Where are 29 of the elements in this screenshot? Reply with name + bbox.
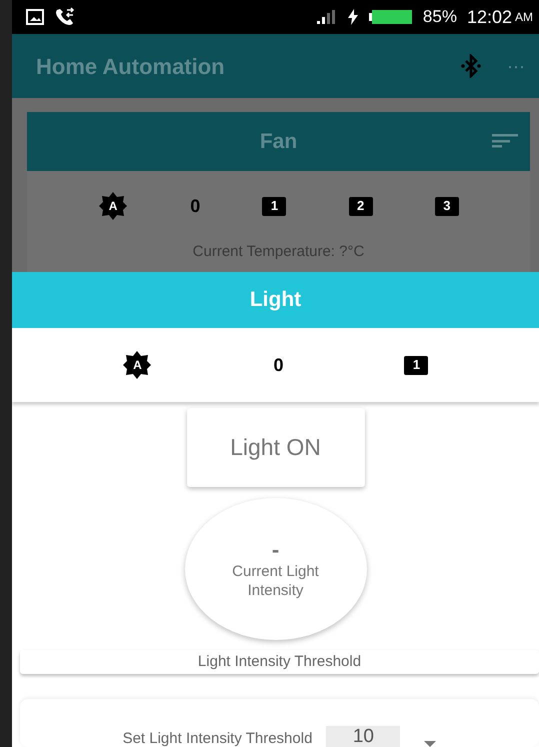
intensity-value: - bbox=[272, 538, 280, 562]
light-header: Light bbox=[12, 272, 539, 328]
clock-meridiem: AM bbox=[515, 9, 533, 26]
speed-level-button[interactable]: 2 bbox=[348, 196, 373, 216]
app-title: Home Automation bbox=[36, 52, 226, 80]
off-mode-button[interactable]: 0 bbox=[190, 192, 200, 220]
temperature-label: Current Temperature: ?°C bbox=[192, 242, 366, 262]
signal-icon bbox=[316, 10, 337, 24]
fan-title: Fan bbox=[260, 128, 298, 155]
auto-mode-button[interactable]: A bbox=[122, 350, 152, 380]
phone-icon bbox=[54, 7, 76, 27]
dropdown-caret-icon[interactable] bbox=[424, 741, 436, 747]
charging-icon bbox=[346, 9, 359, 25]
battery-icon bbox=[368, 9, 413, 25]
clock-time: 12:02 bbox=[466, 6, 512, 28]
bluetooth-icon[interactable] bbox=[459, 54, 484, 78]
threshold-setting-label: Set Light Intensity Threshold bbox=[122, 730, 312, 747]
speed-level-button[interactable]: 1 bbox=[262, 196, 286, 216]
speed-level-button[interactable]: 1 bbox=[404, 356, 428, 374]
auto-mode-button[interactable]: A bbox=[98, 191, 128, 221]
image-icon bbox=[26, 9, 44, 25]
battery-percentage: 85% bbox=[422, 6, 457, 28]
threshold-heading: Light Intensity Threshold bbox=[20, 650, 539, 674]
intensity-label: Current Light Intensity bbox=[231, 562, 320, 600]
speed-level-button[interactable]: 3 bbox=[434, 196, 459, 216]
light-toggle-button[interactable]: Light ON bbox=[186, 408, 364, 487]
sort-icon[interactable] bbox=[492, 134, 518, 148]
off-mode-button[interactable]: 0 bbox=[273, 352, 284, 378]
threshold-value-field[interactable]: 10 bbox=[326, 726, 400, 747]
